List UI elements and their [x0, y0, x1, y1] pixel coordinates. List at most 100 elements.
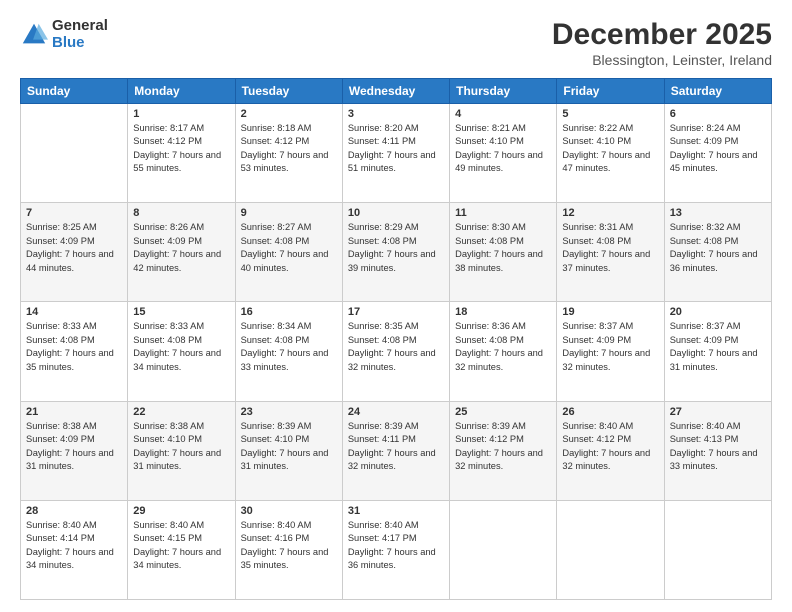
day-number: 16 [241, 306, 337, 318]
day-info: Sunrise: 8:29 AM Sunset: 4:08 PM Dayligh… [348, 221, 444, 275]
daylight-text: Daylight: 7 hours and 44 minutes. [26, 248, 122, 275]
calendar-cell: 16 Sunrise: 8:34 AM Sunset: 4:08 PM Dayl… [235, 302, 342, 401]
sunset-text: Sunset: 4:08 PM [348, 235, 444, 248]
calendar-table: SundayMondayTuesdayWednesdayThursdayFrid… [20, 78, 772, 600]
day-number: 20 [670, 306, 766, 318]
day-number: 28 [26, 505, 122, 517]
daylight-text: Daylight: 7 hours and 35 minutes. [26, 347, 122, 374]
daylight-text: Daylight: 7 hours and 47 minutes. [562, 149, 658, 176]
day-header: Tuesday [235, 79, 342, 104]
page: General Blue December 2025 Blessington, … [0, 0, 792, 612]
day-header: Thursday [450, 79, 557, 104]
calendar-cell: 12 Sunrise: 8:31 AM Sunset: 4:08 PM Dayl… [557, 203, 664, 302]
calendar-cell: 5 Sunrise: 8:22 AM Sunset: 4:10 PM Dayli… [557, 104, 664, 203]
calendar-week: 14 Sunrise: 8:33 AM Sunset: 4:08 PM Dayl… [21, 302, 772, 401]
calendar-week: 7 Sunrise: 8:25 AM Sunset: 4:09 PM Dayli… [21, 203, 772, 302]
sunrise-text: Sunrise: 8:29 AM [348, 221, 444, 234]
daylight-text: Daylight: 7 hours and 32 minutes. [455, 347, 551, 374]
sunset-text: Sunset: 4:10 PM [133, 433, 229, 446]
day-info: Sunrise: 8:40 AM Sunset: 4:13 PM Dayligh… [670, 420, 766, 474]
calendar-cell: 1 Sunrise: 8:17 AM Sunset: 4:12 PM Dayli… [128, 104, 235, 203]
calendar-week: 21 Sunrise: 8:38 AM Sunset: 4:09 PM Dayl… [21, 401, 772, 500]
calendar-cell: 10 Sunrise: 8:29 AM Sunset: 4:08 PM Dayl… [342, 203, 449, 302]
day-info: Sunrise: 8:31 AM Sunset: 4:08 PM Dayligh… [562, 221, 658, 275]
calendar-cell: 13 Sunrise: 8:32 AM Sunset: 4:08 PM Dayl… [664, 203, 771, 302]
day-number: 15 [133, 306, 229, 318]
day-number: 18 [455, 306, 551, 318]
sunrise-text: Sunrise: 8:40 AM [348, 519, 444, 532]
sunset-text: Sunset: 4:09 PM [670, 135, 766, 148]
day-number: 1 [133, 108, 229, 120]
calendar-cell: 7 Sunrise: 8:25 AM Sunset: 4:09 PM Dayli… [21, 203, 128, 302]
day-info: Sunrise: 8:21 AM Sunset: 4:10 PM Dayligh… [455, 122, 551, 176]
day-info: Sunrise: 8:36 AM Sunset: 4:08 PM Dayligh… [455, 320, 551, 374]
sunrise-text: Sunrise: 8:37 AM [562, 320, 658, 333]
header-row: SundayMondayTuesdayWednesdayThursdayFrid… [21, 79, 772, 104]
calendar-cell: 29 Sunrise: 8:40 AM Sunset: 4:15 PM Dayl… [128, 500, 235, 599]
logo-icon [20, 21, 48, 49]
day-number: 12 [562, 207, 658, 219]
calendar-cell: 23 Sunrise: 8:39 AM Sunset: 4:10 PM Dayl… [235, 401, 342, 500]
day-info: Sunrise: 8:33 AM Sunset: 4:08 PM Dayligh… [26, 320, 122, 374]
sunrise-text: Sunrise: 8:33 AM [133, 320, 229, 333]
calendar-week: 1 Sunrise: 8:17 AM Sunset: 4:12 PM Dayli… [21, 104, 772, 203]
day-number: 24 [348, 406, 444, 418]
daylight-text: Daylight: 7 hours and 53 minutes. [241, 149, 337, 176]
sunrise-text: Sunrise: 8:38 AM [133, 420, 229, 433]
daylight-text: Daylight: 7 hours and 32 minutes. [562, 447, 658, 474]
sunset-text: Sunset: 4:12 PM [133, 135, 229, 148]
sunrise-text: Sunrise: 8:39 AM [241, 420, 337, 433]
day-number: 25 [455, 406, 551, 418]
sunset-text: Sunset: 4:08 PM [241, 235, 337, 248]
sunset-text: Sunset: 4:08 PM [133, 334, 229, 347]
day-info: Sunrise: 8:40 AM Sunset: 4:15 PM Dayligh… [133, 519, 229, 573]
calendar-cell: 30 Sunrise: 8:40 AM Sunset: 4:16 PM Dayl… [235, 500, 342, 599]
day-header: Saturday [664, 79, 771, 104]
day-info: Sunrise: 8:26 AM Sunset: 4:09 PM Dayligh… [133, 221, 229, 275]
sunrise-text: Sunrise: 8:22 AM [562, 122, 658, 135]
day-number: 21 [26, 406, 122, 418]
calendar-cell: 3 Sunrise: 8:20 AM Sunset: 4:11 PM Dayli… [342, 104, 449, 203]
sunrise-text: Sunrise: 8:37 AM [670, 320, 766, 333]
day-info: Sunrise: 8:35 AM Sunset: 4:08 PM Dayligh… [348, 320, 444, 374]
day-number: 4 [455, 108, 551, 120]
day-info: Sunrise: 8:24 AM Sunset: 4:09 PM Dayligh… [670, 122, 766, 176]
day-number: 5 [562, 108, 658, 120]
sunrise-text: Sunrise: 8:25 AM [26, 221, 122, 234]
calendar-cell: 28 Sunrise: 8:40 AM Sunset: 4:14 PM Dayl… [21, 500, 128, 599]
day-info: Sunrise: 8:38 AM Sunset: 4:09 PM Dayligh… [26, 420, 122, 474]
logo-blue: Blue [52, 35, 108, 52]
calendar-cell [450, 500, 557, 599]
day-info: Sunrise: 8:39 AM Sunset: 4:12 PM Dayligh… [455, 420, 551, 474]
daylight-text: Daylight: 7 hours and 33 minutes. [241, 347, 337, 374]
day-info: Sunrise: 8:37 AM Sunset: 4:09 PM Dayligh… [562, 320, 658, 374]
daylight-text: Daylight: 7 hours and 42 minutes. [133, 248, 229, 275]
day-info: Sunrise: 8:17 AM Sunset: 4:12 PM Dayligh… [133, 122, 229, 176]
calendar-cell: 14 Sunrise: 8:33 AM Sunset: 4:08 PM Dayl… [21, 302, 128, 401]
sunset-text: Sunset: 4:15 PM [133, 532, 229, 545]
day-info: Sunrise: 8:32 AM Sunset: 4:08 PM Dayligh… [670, 221, 766, 275]
sunset-text: Sunset: 4:09 PM [562, 334, 658, 347]
daylight-text: Daylight: 7 hours and 32 minutes. [562, 347, 658, 374]
day-info: Sunrise: 8:40 AM Sunset: 4:14 PM Dayligh… [26, 519, 122, 573]
sunrise-text: Sunrise: 8:33 AM [26, 320, 122, 333]
day-info: Sunrise: 8:40 AM Sunset: 4:17 PM Dayligh… [348, 519, 444, 573]
calendar-cell: 20 Sunrise: 8:37 AM Sunset: 4:09 PM Dayl… [664, 302, 771, 401]
day-number: 9 [241, 207, 337, 219]
day-number: 23 [241, 406, 337, 418]
sunrise-text: Sunrise: 8:17 AM [133, 122, 229, 135]
sunrise-text: Sunrise: 8:18 AM [241, 122, 337, 135]
day-info: Sunrise: 8:40 AM Sunset: 4:16 PM Dayligh… [241, 519, 337, 573]
daylight-text: Daylight: 7 hours and 31 minutes. [133, 447, 229, 474]
day-number: 8 [133, 207, 229, 219]
day-info: Sunrise: 8:38 AM Sunset: 4:10 PM Dayligh… [133, 420, 229, 474]
sunrise-text: Sunrise: 8:39 AM [348, 420, 444, 433]
sunset-text: Sunset: 4:11 PM [348, 135, 444, 148]
day-header: Wednesday [342, 79, 449, 104]
sunset-text: Sunset: 4:11 PM [348, 433, 444, 446]
day-number: 30 [241, 505, 337, 517]
calendar-cell: 15 Sunrise: 8:33 AM Sunset: 4:08 PM Dayl… [128, 302, 235, 401]
sunset-text: Sunset: 4:12 PM [241, 135, 337, 148]
sunset-text: Sunset: 4:08 PM [670, 235, 766, 248]
daylight-text: Daylight: 7 hours and 33 minutes. [670, 447, 766, 474]
